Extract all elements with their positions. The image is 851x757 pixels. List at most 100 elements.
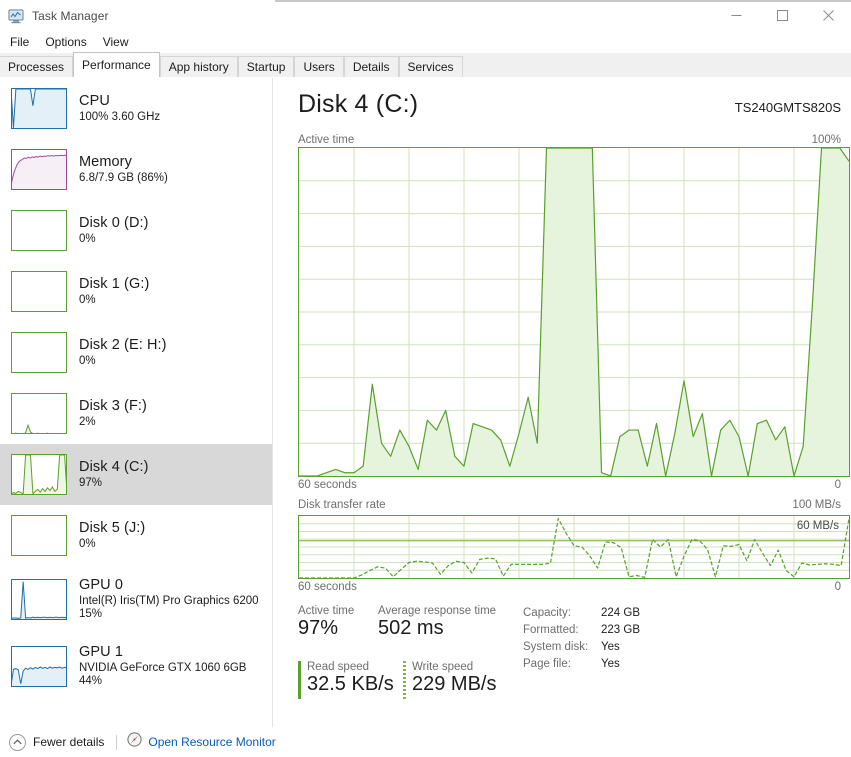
sidebar-item-disk-3-f[interactable]: Disk 3 (F:) 2% — [0, 383, 272, 444]
sidebar-item-thumbnail — [11, 88, 67, 129]
sidebar-item-subtext: 0% — [79, 354, 96, 367]
open-resource-monitor-label: Open Resource Monitor — [148, 735, 276, 749]
tab-details[interactable]: Details — [343, 56, 399, 77]
disk-info-row: Page file: Yes — [523, 658, 620, 670]
sidebar-item-text: Disk 2 (E: H:) 0% — [79, 337, 167, 368]
sidebar-item-text: GPU 0 Intel(R) Iris(TM) Pro Graphics 6200… — [79, 577, 259, 621]
sidebar-item-subtext: 97% — [79, 476, 103, 489]
sidebar-item-text: CPU 100% 3.60 GHz — [79, 93, 160, 124]
sidebar-item-label: Memory — [79, 154, 132, 171]
sidebar-item-thumbnail — [11, 393, 67, 434]
tab-startup[interactable]: Startup — [237, 56, 295, 77]
sidebar-item-disk-2-e-h[interactable]: Disk 2 (E: H:) 0% — [0, 322, 272, 383]
sidebar-item-text: GPU 1 NVIDIA GeForce GTX 1060 6GB 44% — [79, 644, 246, 688]
transfer-rate-zero-label: 0 — [834, 581, 841, 593]
tab-services[interactable]: Services — [398, 56, 463, 77]
active-time-span-label: 60 seconds — [298, 479, 357, 491]
sidebar-item-label: Disk 3 (F:) — [79, 398, 147, 415]
menu-file[interactable]: File — [2, 33, 37, 51]
sidebar-item-label: GPU 0 — [79, 577, 124, 594]
stat-active-time: Active time 97% — [298, 605, 354, 640]
stat-active-time-label: Active time — [298, 605, 355, 617]
transfer-rate-max-label: 100 MB/s — [792, 499, 841, 511]
sidebar-item-disk-4-c[interactable]: Disk 4 (C:) 97% — [0, 444, 272, 505]
chevron-up-circle-icon — [9, 733, 26, 751]
sidebar-item-subtext: 100% 3.60 GHz — [79, 110, 161, 123]
sidebar-item-disk-1-g[interactable]: Disk 1 (G:) 0% — [0, 261, 272, 322]
sidebar-item-label: Disk 4 (C:) — [79, 459, 149, 476]
sidebar-item-thumbnail — [11, 646, 67, 687]
sidebar-item-text: Memory 6.8/7.9 GB (86%) — [79, 154, 168, 185]
disk-info-key: Capacity: — [523, 607, 571, 619]
stat-read-speed-label: Read speed — [307, 661, 370, 673]
window-title: Task Manager — [32, 8, 109, 23]
minimize-button[interactable] — [713, 0, 759, 31]
active-time-zero-label: 0 — [834, 479, 841, 491]
fewer-details-button[interactable]: Fewer details — [9, 733, 105, 751]
close-button[interactable] — [805, 0, 851, 31]
tab-app-history[interactable]: App history — [159, 56, 238, 77]
tab-strip: Processes Performance App history Startup Us… — [0, 52, 851, 78]
sidebar-item-cpu[interactable]: CPU 100% 3.60 GHz — [0, 78, 272, 139]
disk-info-value: Yes — [601, 658, 620, 670]
sidebar-item-text: Disk 3 (F:) 2% — [79, 398, 147, 429]
sidebar-item-label: GPU 1 — [79, 644, 124, 661]
sidebar-item-disk-5-j[interactable]: Disk 5 (J:) 0% — [0, 505, 272, 566]
sidebar-item-memory[interactable]: Memory 6.8/7.9 GB (86%) — [0, 139, 272, 200]
title-bar: Task Manager — [0, 0, 851, 31]
transfer-rate-mid-label: 60 MB/s — [796, 520, 839, 532]
task-manager-window: Task Manager File Options View Processes… — [0, 0, 851, 757]
footer-bar: Fewer details Open Resource Monitor — [0, 727, 851, 757]
maximize-button[interactable] — [759, 0, 805, 31]
menu-options[interactable]: Options — [37, 33, 94, 51]
active-time-max-label: 100% — [811, 134, 841, 146]
stat-active-time-value: 97% — [298, 617, 339, 639]
task-manager-icon — [7, 7, 25, 25]
sidebar-item-thumbnail — [11, 579, 67, 620]
stat-write-speed: Write speed 229 MB/s — [412, 661, 496, 696]
disk-model-label: TS240GMTS820S — [734, 100, 841, 115]
sidebar-item-thumbnail — [11, 454, 67, 495]
tab-performance[interactable]: Performance — [73, 52, 160, 77]
sidebar-item-disk-0-d[interactable]: Disk 0 (D:) 0% — [0, 200, 272, 261]
sidebar-item-thumbnail — [11, 210, 67, 251]
disk-info-row: Formatted: 223 GB — [523, 624, 640, 636]
stat-read-speed: Read speed 32.5 KB/s — [307, 661, 394, 696]
transfer-rate-axis-label: Disk transfer rate — [298, 499, 386, 511]
stat-write-speed-label: Write speed — [412, 661, 474, 673]
sidebar-item-utilization: 15% — [79, 608, 103, 621]
page-title: Disk 4 (C:) — [298, 90, 419, 118]
menu-view[interactable]: View — [95, 33, 137, 51]
stat-response-time-label: Average response time — [378, 605, 497, 617]
sidebar-item-label: Disk 2 (E: H:) — [79, 337, 167, 354]
disk-info-row: Capacity: 224 GB — [523, 607, 640, 619]
open-resource-monitor-link[interactable]: Open Resource Monitor — [127, 732, 276, 752]
content-area: CPU 100% 3.60 GHz Memory 6.8/7.9 GB (86%) Di… — [0, 78, 851, 727]
sidebar-item-thumbnail — [11, 149, 67, 190]
disk-info-row: System disk: Yes — [523, 641, 620, 653]
sidebar-item-text: Disk 0 (D:) 0% — [79, 215, 149, 246]
active-time-axis-label: Active time — [298, 134, 355, 146]
sidebar-item-utilization: 44% — [79, 675, 103, 688]
sidebar-item-thumbnail — [11, 515, 67, 556]
stat-read-speed-value: 32.5 KB/s — [307, 673, 394, 695]
sidebar-item-gpu-1[interactable]: GPU 1 NVIDIA GeForce GTX 1060 6GB 44% — [0, 633, 272, 700]
tab-users[interactable]: Users — [294, 56, 344, 77]
footer-divider — [116, 734, 118, 750]
resource-sidebar[interactable]: CPU 100% 3.60 GHz Memory 6.8/7.9 GB (86%) Di… — [0, 78, 272, 727]
sidebar-item-gpu-0[interactable]: GPU 0 Intel(R) Iris(TM) Pro Graphics 6200… — [0, 566, 272, 633]
tab-processes[interactable]: Processes — [0, 56, 74, 77]
sidebar-item-subtext: 0% — [79, 537, 96, 550]
sidebar-item-label: Disk 0 (D:) — [79, 215, 149, 232]
fewer-details-label: Fewer details — [33, 735, 105, 749]
sidebar-item-label: Disk 1 (G:) — [79, 276, 150, 293]
disk-info-value: 223 GB — [601, 624, 640, 636]
disk-info-key: Page file: — [523, 658, 571, 670]
sidebar-item-subtext: Intel(R) Iris(TM) Pro Graphics 6200 — [79, 595, 259, 608]
sidebar-item-subtext: NVIDIA GeForce GTX 1060 6GB — [79, 662, 247, 675]
menu-bar: File Options View — [0, 31, 851, 53]
transfer-rate-graph — [298, 515, 850, 579]
sidebar-item-subtext: 2% — [79, 415, 96, 428]
performance-detail-panel: Disk 4 (C:) TS240GMTS820S Active time 10… — [273, 78, 851, 727]
write-speed-legend-bar — [403, 661, 406, 699]
